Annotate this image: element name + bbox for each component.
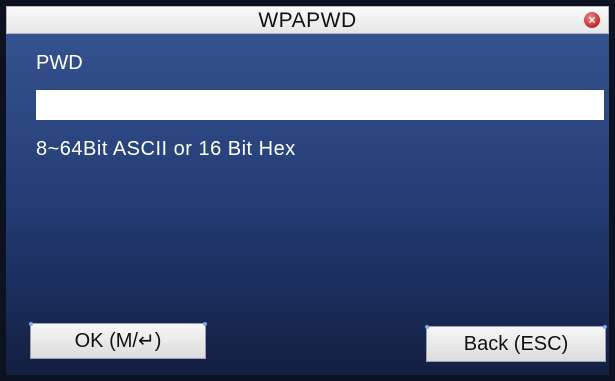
pwd-label: PWD: [36, 52, 83, 74]
back-button[interactable]: Back (ESC): [425, 325, 607, 362]
pwd-hint: 8~64Bit ASCII or 16 Bit Hex: [36, 138, 296, 160]
main-screen: PWD 8~64Bit ASCII or 16 Bit Hex OK (M/↵)…: [6, 34, 609, 375]
device-frame: WPAPWD × PWD 8~64Bit ASCII or 16 Bit Hex…: [0, 0, 615, 381]
ok-button[interactable]: OK (M/↵): [29, 322, 207, 359]
close-icon[interactable]: ×: [584, 12, 600, 28]
window-title: WPAPWD: [258, 9, 357, 32]
title-bar: WPAPWD ×: [6, 6, 609, 34]
pwd-input[interactable]: [36, 90, 604, 120]
